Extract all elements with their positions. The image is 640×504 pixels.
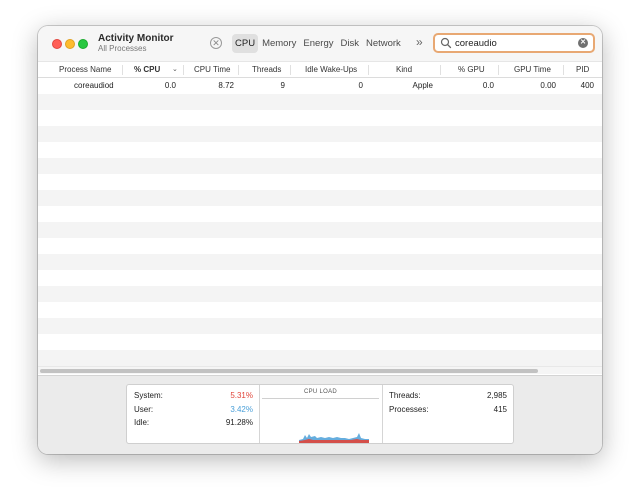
- cell-kind: Apple: [412, 81, 433, 90]
- empty-row: [38, 158, 602, 174]
- process-table: coreaudiod 0.0 8.72 9 0 Apple 0.0 0.00 4…: [38, 78, 602, 368]
- column-divider[interactable]: [368, 65, 369, 75]
- empty-row: [38, 350, 602, 366]
- stop-process-icon[interactable]: ✕: [210, 37, 222, 49]
- tab-disk[interactable]: Disk: [337, 34, 361, 53]
- activity-monitor-window: Activity Monitor All Processes ✕ CPU Mem…: [38, 26, 602, 454]
- search-field[interactable]: ✕: [433, 33, 595, 53]
- cpu-summary-panel: System: 5.31% User: 3.42% Idle: 91.28% C…: [126, 384, 514, 444]
- table-row[interactable]: coreaudiod 0.0 8.72 9 0 Apple 0.0 0.00 4…: [38, 78, 602, 94]
- column-header-kind[interactable]: Kind: [396, 62, 412, 78]
- system-label: System:: [134, 391, 163, 400]
- user-value: 3.42%: [230, 405, 253, 414]
- minimize-window-button[interactable]: [65, 39, 75, 49]
- cell-process-name: coreaudiod: [74, 81, 114, 90]
- user-label: User:: [134, 405, 154, 414]
- empty-row: [38, 222, 602, 238]
- column-divider[interactable]: [122, 65, 123, 75]
- column-header-cpu-time[interactable]: CPU Time: [194, 62, 230, 78]
- empty-row: [38, 190, 602, 206]
- tab-cpu[interactable]: CPU: [232, 34, 259, 53]
- column-header-gpu-percent[interactable]: % GPU: [458, 62, 485, 78]
- view-tabs: CPU Memory Energy Disk Network: [232, 34, 405, 53]
- threads-label: Threads:: [389, 391, 421, 400]
- sort-descending-icon[interactable]: ⌄: [172, 62, 178, 78]
- processes-value: 415: [493, 405, 507, 414]
- chevron-double-right-icon[interactable]: »: [416, 35, 423, 49]
- threads-value: 2,985: [486, 391, 507, 400]
- table-header: Process Name % CPU ⌄ CPU Time Threads Id…: [38, 61, 602, 78]
- tab-memory[interactable]: Memory: [259, 34, 299, 53]
- window-title: Activity Monitor: [98, 33, 174, 44]
- summary-area: System: 5.31% User: 3.42% Idle: 91.28% C…: [38, 375, 602, 454]
- column-divider[interactable]: [498, 65, 499, 75]
- close-window-button[interactable]: [52, 39, 62, 49]
- system-value: 5.31%: [230, 391, 253, 400]
- cell-gpu-time: 0.00: [540, 81, 556, 90]
- empty-row: [38, 94, 602, 110]
- processes-label: Processes:: [389, 405, 429, 414]
- cpu-load-graph: [299, 433, 369, 443]
- empty-row: [38, 286, 602, 302]
- cpu-load-title: CPU LOAD: [303, 389, 338, 395]
- cell-threads: 9: [280, 81, 285, 90]
- search-icon: [440, 37, 452, 49]
- window-subtitle: All Processes: [98, 44, 147, 53]
- panel-divider: [382, 385, 383, 443]
- scrollbar-thumb[interactable]: [40, 369, 538, 373]
- tab-energy[interactable]: Energy: [300, 34, 336, 53]
- column-header-gpu-time[interactable]: GPU Time: [514, 62, 551, 78]
- column-header-pid[interactable]: PID: [576, 62, 589, 78]
- tab-network[interactable]: Network: [363, 34, 404, 53]
- idle-label: Idle:: [134, 418, 150, 427]
- cell-cpu-percent: 0.0: [164, 81, 176, 90]
- column-divider[interactable]: [183, 65, 184, 75]
- column-header-threads[interactable]: Threads: [252, 62, 281, 78]
- empty-row: [38, 254, 602, 270]
- cell-cpu-time: 8.72: [218, 81, 234, 90]
- column-divider[interactable]: [440, 65, 441, 75]
- cell-gpu-percent: 0.0: [482, 81, 494, 90]
- column-header-process-name[interactable]: Process Name: [59, 62, 111, 78]
- empty-row: [38, 126, 602, 142]
- column-header-idle-wake-ups[interactable]: Idle Wake-Ups: [305, 62, 357, 78]
- toolbar: Activity Monitor All Processes ✕ CPU Mem…: [38, 26, 602, 61]
- zoom-window-button[interactable]: [78, 39, 88, 49]
- clear-icon[interactable]: ✕: [578, 38, 588, 48]
- horizontal-scrollbar[interactable]: [38, 366, 602, 374]
- idle-value: 91.28%: [225, 418, 253, 427]
- cell-pid: 400: [580, 81, 594, 90]
- column-header-cpu-percent[interactable]: % CPU: [134, 62, 160, 78]
- column-divider[interactable]: [563, 65, 564, 75]
- cell-idle-wake-ups: 0: [358, 81, 363, 90]
- search-input[interactable]: [455, 37, 573, 50]
- empty-row: [38, 318, 602, 334]
- column-divider[interactable]: [290, 65, 291, 75]
- column-divider[interactable]: [238, 65, 239, 75]
- cpu-load-rule: [262, 398, 379, 399]
